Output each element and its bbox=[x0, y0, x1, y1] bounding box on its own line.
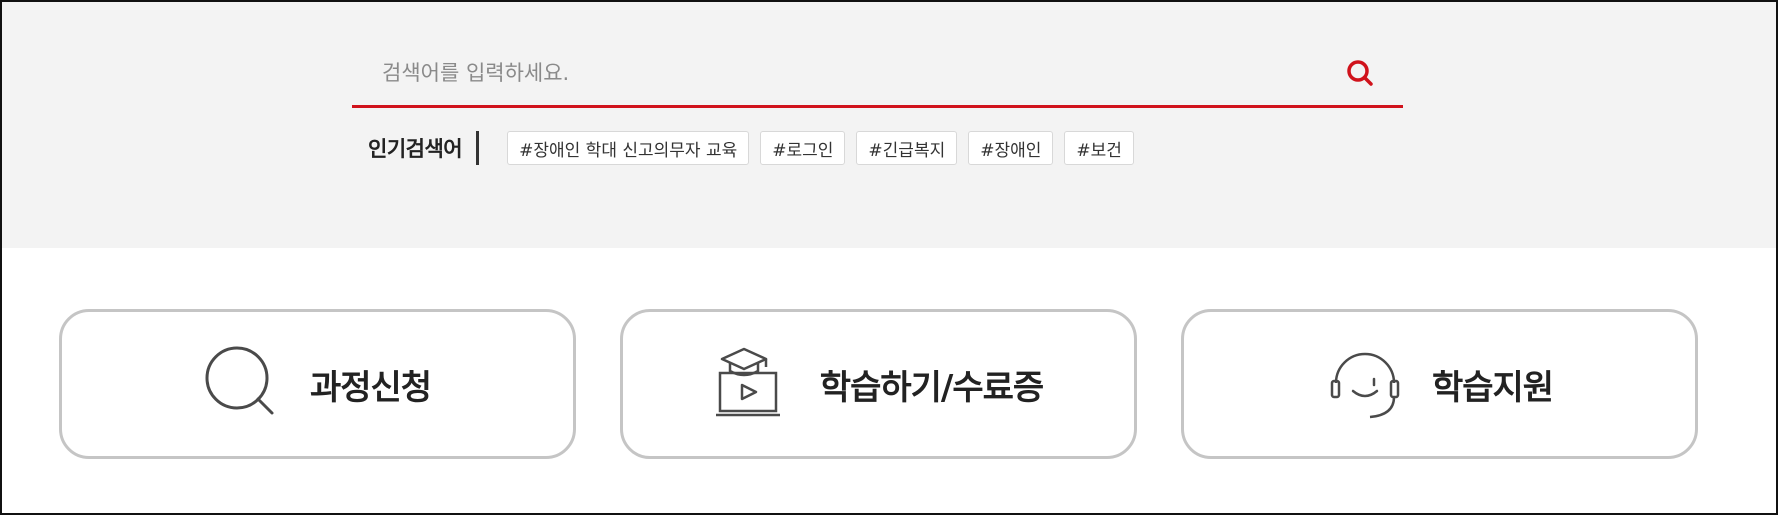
popular-tag[interactable]: #장애인 학대 신고의무자 교육 bbox=[507, 131, 750, 165]
popular-tag[interactable]: #장애인 bbox=[968, 131, 1054, 165]
magnifier-icon bbox=[204, 345, 282, 423]
popular-tag-list: #장애인 학대 신고의무자 교육 #로그인 #긴급복지 #장애인 #보건 bbox=[507, 131, 1145, 165]
learning-certificate-button[interactable]: 학습하기/수료증 bbox=[620, 309, 1137, 459]
search-icon bbox=[1347, 60, 1373, 86]
course-application-button[interactable]: 과정신청 bbox=[59, 309, 576, 459]
page-frame: 인기검색어 #장애인 학대 신고의무자 교육 #로그인 #긴급복지 #장애인 #… bbox=[0, 0, 1778, 515]
learning-support-button[interactable]: 학습지원 bbox=[1181, 309, 1698, 459]
popular-tag[interactable]: #긴급복지 bbox=[856, 131, 958, 165]
popular-tag[interactable]: #보건 bbox=[1064, 131, 1134, 165]
course-application-label: 과정신청 bbox=[309, 367, 432, 408]
search-input[interactable] bbox=[352, 40, 1312, 105]
popular-searches: 인기검색어 #장애인 학대 신고의무자 교육 #로그인 #긴급복지 #장애인 #… bbox=[368, 130, 1145, 166]
search-bar bbox=[352, 40, 1403, 108]
popular-searches-label: 인기검색어 bbox=[368, 137, 463, 161]
quick-link-cards: 과정신청 학습하기/수료증 학습지원 bbox=[59, 309, 1699, 461]
graduation-video-icon bbox=[714, 345, 792, 423]
divider bbox=[476, 131, 480, 165]
headset-smile-icon bbox=[1326, 345, 1404, 423]
search-section: 인기검색어 #장애인 학대 신고의무자 교육 #로그인 #긴급복지 #장애인 #… bbox=[2, 2, 1776, 248]
learning-support-label: 학습지원 bbox=[1431, 367, 1554, 408]
learning-certificate-label: 학습하기/수료증 bbox=[819, 367, 1044, 408]
popular-tag[interactable]: #로그인 bbox=[760, 131, 846, 165]
search-button[interactable] bbox=[1337, 50, 1383, 96]
